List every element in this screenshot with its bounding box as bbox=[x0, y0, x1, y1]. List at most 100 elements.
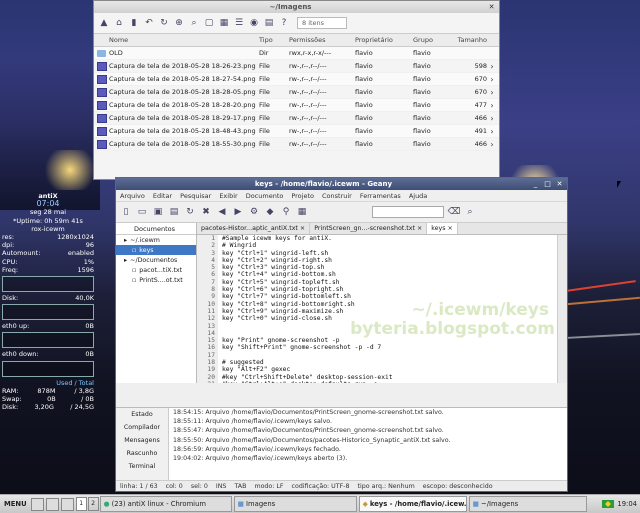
minimize-icon[interactable]: _ bbox=[531, 180, 540, 189]
arrow-right-icon[interactable]: › bbox=[487, 114, 497, 123]
close-file-icon[interactable]: ✖ bbox=[200, 206, 212, 218]
select-icon[interactable]: ▢ bbox=[203, 17, 215, 29]
file-row[interactable]: Captura de tela de 2018-05-28 18-28-20.p… bbox=[94, 99, 499, 112]
file-row[interactable]: Captura de tela de 2018-05-28 18-55-30.p… bbox=[94, 138, 499, 151]
col-perms[interactable]: Permissões bbox=[289, 36, 355, 44]
menu-item[interactable]: Documento bbox=[246, 192, 284, 200]
file-row[interactable]: Captura de tela de 2018-05-28 18-28-05.p… bbox=[94, 86, 499, 99]
col-group[interactable]: Grupo bbox=[413, 36, 453, 44]
arrow-right-icon[interactable]: › bbox=[487, 62, 497, 71]
back-arrow-icon[interactable]: ◀ bbox=[216, 206, 228, 218]
line-number: 14 bbox=[197, 329, 218, 338]
bookmark-icon[interactable]: ▮ bbox=[128, 17, 140, 29]
tree-item[interactable]: ▫ keys bbox=[116, 245, 196, 255]
window-list-icon[interactable] bbox=[45, 497, 59, 511]
show-desktop-icon[interactable] bbox=[30, 497, 44, 511]
arrow-right-icon[interactable]: › bbox=[487, 88, 497, 97]
editor-scrollbar[interactable] bbox=[557, 235, 567, 383]
help-icon[interactable]: ? bbox=[278, 17, 290, 29]
document-tab[interactable]: PrintScreen_gn...-screenshot.txt × bbox=[310, 223, 428, 234]
new-file-icon[interactable]: ▯ bbox=[120, 206, 132, 218]
tab-documents[interactable]: Documentos bbox=[116, 223, 196, 235]
task-geany[interactable]: ◆ keys - /home/flavio/.icew... bbox=[358, 496, 467, 512]
line-number: 3 bbox=[197, 249, 218, 257]
message-tab[interactable]: Compilador bbox=[116, 421, 168, 434]
image-file-icon bbox=[97, 87, 109, 97]
message-tab[interactable]: Terminal bbox=[116, 460, 168, 473]
save-all-icon[interactable]: ▤ bbox=[168, 206, 180, 218]
menu-item[interactable]: Arquivo bbox=[120, 192, 145, 200]
message-tab[interactable]: Estado bbox=[116, 408, 168, 421]
menu-item[interactable]: Construir bbox=[322, 192, 352, 200]
fm-titlebar[interactable]: ~/Imagens ✕ bbox=[94, 1, 499, 13]
tree-item[interactable]: ▫ pacot...tiX.txt bbox=[116, 265, 196, 275]
grid-icon[interactable]: ▦ bbox=[218, 17, 230, 29]
color-icon[interactable]: ▦ bbox=[296, 206, 308, 218]
menu-item[interactable]: Ferramentas bbox=[360, 192, 401, 200]
clock[interactable]: 19:04 bbox=[617, 500, 637, 508]
message-tab[interactable]: Rascunho bbox=[116, 447, 168, 460]
list-icon[interactable]: ☰ bbox=[233, 17, 245, 29]
menu-item[interactable]: Ajuda bbox=[409, 192, 427, 200]
file-row[interactable]: OLD Dir rwx,r-x,r-x/--- flavio flavio bbox=[94, 47, 499, 60]
search-field[interactable] bbox=[372, 206, 444, 218]
open-icon[interactable]: ▭ bbox=[136, 206, 148, 218]
arrow-right-icon[interactable]: › bbox=[487, 127, 497, 136]
conky-row: CPU: 1% bbox=[2, 258, 94, 266]
col-size[interactable]: Tamanho bbox=[453, 36, 487, 44]
start-menu-button[interactable]: MENU bbox=[0, 495, 31, 513]
tree-item[interactable]: ▸ ~/.icewm bbox=[116, 235, 196, 245]
menu-item[interactable]: Exibir bbox=[219, 192, 237, 200]
col-type[interactable]: Tipo bbox=[259, 36, 289, 44]
compile-icon[interactable]: ⚙ bbox=[248, 206, 260, 218]
tree-item[interactable]: ▫ PrintS....ot.txt bbox=[116, 275, 196, 285]
file-row[interactable]: Captura de tela de 2018-05-28 18-29-17.p… bbox=[94, 112, 499, 125]
revert-icon[interactable]: ↻ bbox=[184, 206, 196, 218]
tree-item[interactable]: ▸ ~/Documentos bbox=[116, 255, 196, 265]
menu-item[interactable]: Projeto bbox=[291, 192, 314, 200]
geany-titlebar[interactable]: keys - /home/flavio/.icewm - Geany _ □ ✕ bbox=[116, 178, 567, 190]
run-icon[interactable]: ⚲ bbox=[280, 206, 292, 218]
document-tab[interactable]: keys × bbox=[427, 223, 458, 234]
task-imagens[interactable]: ■ Imagens bbox=[233, 496, 357, 512]
zoom-icon[interactable]: ⊕ bbox=[173, 17, 185, 29]
col-owner[interactable]: Proprietário bbox=[355, 36, 413, 44]
clear-icon[interactable]: ⌫ bbox=[448, 206, 461, 218]
col-name[interactable]: Nome bbox=[109, 36, 259, 44]
browser-launcher-icon[interactable] bbox=[60, 497, 74, 511]
build-icon[interactable]: ◆ bbox=[264, 206, 276, 218]
menu-item[interactable]: Editar bbox=[153, 192, 172, 200]
search-icon[interactable]: ⌕ bbox=[188, 17, 200, 29]
up-icon[interactable]: ▲ bbox=[98, 17, 110, 29]
message-tab[interactable]: Mensagens bbox=[116, 434, 168, 447]
close-icon[interactable]: ✕ bbox=[487, 3, 496, 12]
menu-item[interactable]: Pesquisar bbox=[180, 192, 211, 200]
editor[interactable]: pacotes-Histor...aptic_antiX.txt × PrintSc… bbox=[197, 223, 567, 383]
task-file-manager[interactable]: ■ ~/Imagens bbox=[468, 496, 587, 512]
forward-arrow-icon[interactable]: ▶ bbox=[232, 206, 244, 218]
flag-icon[interactable] bbox=[602, 500, 615, 508]
arrow-right-icon[interactable]: › bbox=[487, 101, 497, 110]
document-tab[interactable]: pacotes-Histor...aptic_antiX.txt × bbox=[197, 223, 311, 234]
close-icon[interactable]: × bbox=[417, 225, 422, 232]
close-icon[interactable]: × bbox=[300, 225, 305, 232]
save-icon[interactable]: ▣ bbox=[152, 206, 164, 218]
arrow-right-icon[interactable]: › bbox=[487, 140, 497, 149]
workspace-2[interactable]: 2 bbox=[87, 497, 99, 511]
search-icon[interactable]: ⌕ bbox=[464, 206, 476, 218]
task-chromium[interactable]: ● (23) antiX linux - Chromium bbox=[99, 496, 232, 512]
file-row[interactable]: Captura de tela de 2018-05-28 18-48-43.p… bbox=[94, 125, 499, 138]
home-icon[interactable]: ⌂ bbox=[113, 17, 125, 29]
workspace-1[interactable]: 1 bbox=[75, 497, 87, 511]
tree-item-label: pacot...tiX.txt bbox=[139, 266, 183, 274]
close-icon[interactable]: × bbox=[448, 225, 453, 232]
back-icon[interactable]: ↶ bbox=[143, 17, 155, 29]
view-icon[interactable]: ◉ bbox=[248, 17, 260, 29]
maximize-icon[interactable]: □ bbox=[543, 180, 552, 189]
file-row[interactable]: Captura de tela de 2018-05-28 18-26-23.p… bbox=[94, 60, 499, 73]
file-row[interactable]: Captura de tela de 2018-05-28 18-27-54.p… bbox=[94, 73, 499, 86]
refresh-icon[interactable]: ↻ bbox=[158, 17, 170, 29]
close-icon[interactable]: ✕ bbox=[555, 180, 564, 189]
arrow-right-icon[interactable]: › bbox=[487, 75, 497, 84]
settings-icon[interactable]: ▤ bbox=[263, 17, 275, 29]
